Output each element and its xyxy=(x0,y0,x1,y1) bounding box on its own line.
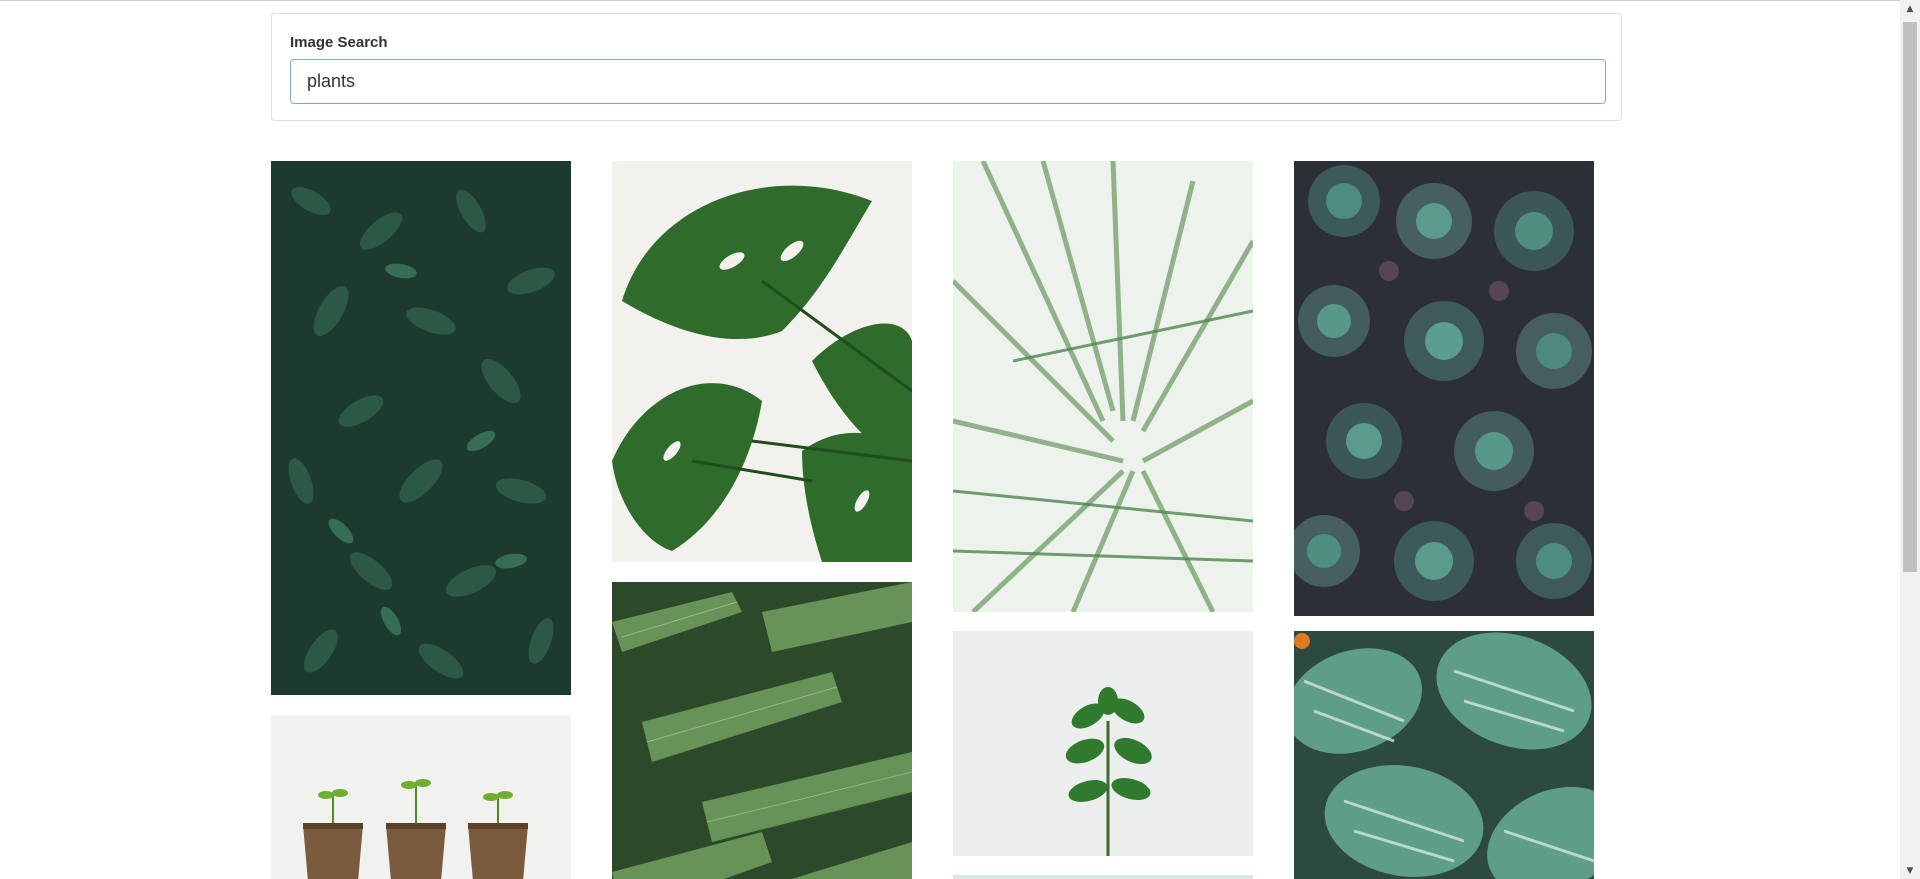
search-card: Image Search xyxy=(271,13,1622,121)
search-label: Image Search xyxy=(290,34,388,51)
image-result[interactable] xyxy=(612,582,912,879)
scroll-up-arrow-icon[interactable]: ▲ xyxy=(1900,0,1920,17)
image-result[interactable] xyxy=(612,161,912,562)
image-result[interactable] xyxy=(1294,161,1594,616)
scrollbar-thumb[interactable] xyxy=(1903,22,1917,572)
vertical-scrollbar[interactable]: ▲ ▼ xyxy=(1900,0,1920,879)
image-result[interactable] xyxy=(271,715,571,879)
image-result[interactable] xyxy=(1294,631,1594,879)
image-result[interactable] xyxy=(953,875,1253,879)
image-result[interactable] xyxy=(953,161,1253,612)
image-result[interactable] xyxy=(953,631,1253,856)
page: Image Search xyxy=(0,0,1900,879)
scroll-down-arrow-icon[interactable]: ▼ xyxy=(1900,862,1920,879)
search-input[interactable] xyxy=(290,59,1606,104)
image-result[interactable] xyxy=(271,161,571,695)
